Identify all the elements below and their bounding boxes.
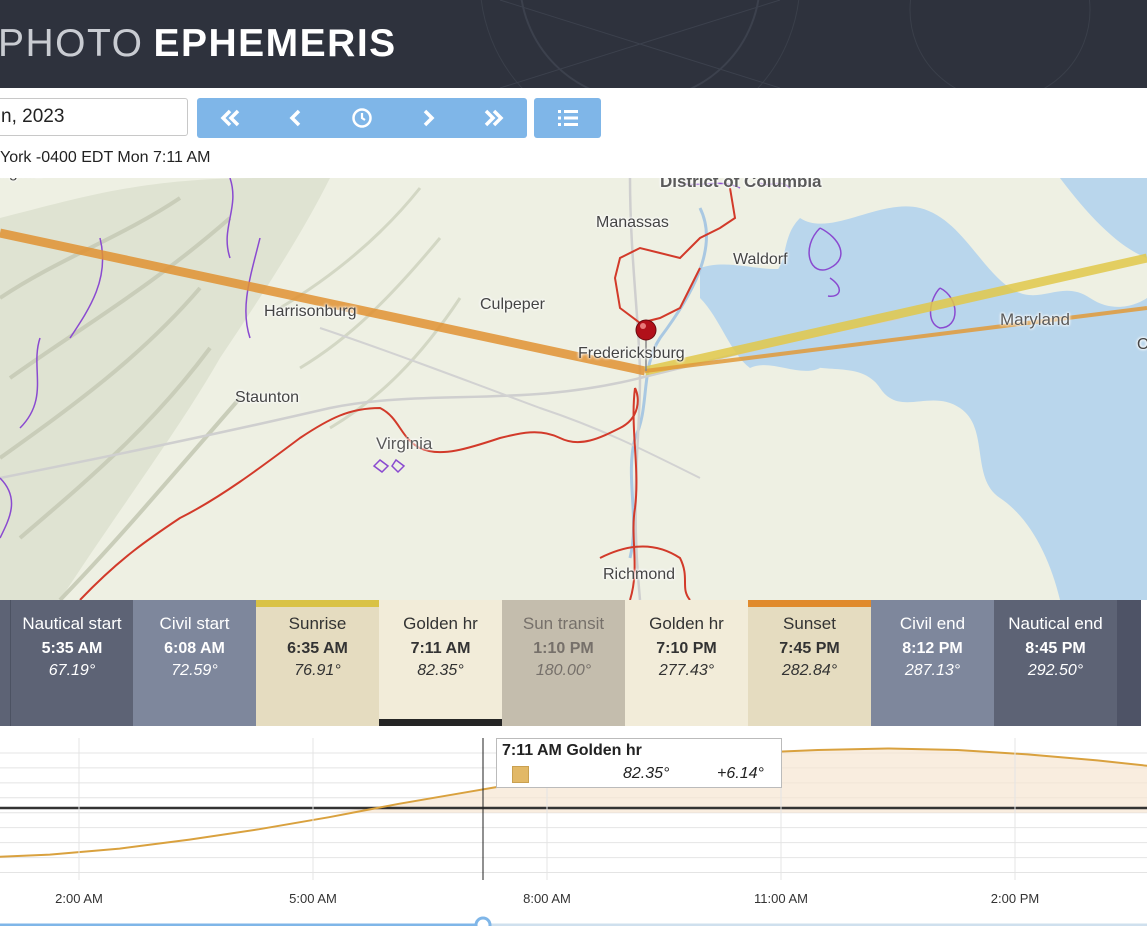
- map-label-manassas: Manassas: [596, 214, 669, 231]
- event-card-sunset[interactable]: Sunset 7:45 PM 282.84°: [748, 600, 871, 726]
- sunset-indicator-bar: [748, 600, 871, 607]
- map-label-richmond: Richmond: [603, 566, 676, 583]
- timezone-readout: York -0400 EDT Mon 7:11 AM: [0, 149, 211, 166]
- app-logo[interactable]: PHOTO EPHEMERIS: [0, 22, 397, 66]
- x-tick-label: 2:00 PM: [991, 891, 1039, 906]
- double-chevron-right-icon: [484, 109, 504, 127]
- map-label-culpeper: Culpeper: [480, 296, 545, 313]
- event-card-golden-hour-morning[interactable]: Golden hr 7:11 AM 82.35°: [379, 600, 502, 726]
- chevron-right-icon: [423, 109, 435, 127]
- map-label-o-partial: O: [1137, 336, 1147, 353]
- event-card-partial: [0, 600, 10, 726]
- map-label-maryland: Maryland: [1000, 310, 1070, 329]
- chevron-left-icon: [289, 109, 301, 127]
- jump-forward-button[interactable]: [461, 98, 527, 138]
- map-label-virginia: Virginia: [376, 434, 433, 453]
- x-tick-label: 11:00 AM: [754, 891, 808, 906]
- event-card-civil-start[interactable]: Civil start 6:08 AM 72.59°: [133, 600, 256, 726]
- event-card-sunrise[interactable]: Sunrise 6:35 AM 76.91°: [256, 600, 379, 726]
- tooltip-title: 7:11 AM Golden hr: [502, 742, 642, 759]
- double-chevron-left-icon: [220, 109, 240, 127]
- current-time-button[interactable]: [329, 98, 395, 138]
- map-label-district-of-columbia: District of Columbia: [660, 178, 822, 191]
- x-tick-label: 8:00 AM: [523, 891, 571, 906]
- selected-event-indicator: [379, 719, 502, 726]
- app-header: PHOTO EPHEMERIS: [0, 0, 1147, 88]
- chart-tooltip: 7:11 AM Golden hr 82.35° +6.14°: [496, 738, 782, 788]
- map-label-fredericksburg: Fredericksburg: [578, 345, 685, 362]
- map-label-staunton: Staunton: [235, 389, 300, 406]
- step-back-button[interactable]: [263, 98, 329, 138]
- clock-icon: [352, 108, 372, 128]
- sunrise-indicator-bar: [256, 600, 379, 607]
- event-card-nautical-end[interactable]: Nautical end 8:45 PM 292.50°: [994, 600, 1117, 726]
- logo-text-ephemeris: EPHEMERIS: [153, 22, 397, 65]
- time-slider-handle[interactable]: [474, 916, 492, 926]
- tooltip-altitude: +6.14°: [717, 765, 764, 782]
- list-view-button[interactable]: [534, 98, 601, 138]
- time-navigation-group: [197, 98, 527, 138]
- map-label-virginia-partial: irginia: [0, 178, 43, 182]
- logo-text-photo: PHOTO: [0, 22, 144, 65]
- map-label-waldorf: Waldorf: [733, 251, 788, 268]
- x-tick-label: 5:00 AM: [289, 891, 337, 906]
- map-label-harrisonburg: Harrisonburg: [264, 303, 357, 320]
- event-card-partial-end: [1117, 600, 1141, 726]
- x-tick-label: 2:00 AM: [55, 891, 103, 906]
- tooltip-swatch: [512, 766, 529, 783]
- date-input[interactable]: [0, 98, 188, 136]
- tooltip-azimuth: 82.35°: [623, 765, 670, 782]
- event-card-golden-hour-evening[interactable]: Golden hr 7:10 PM 277.43°: [625, 600, 748, 726]
- sun-events-strip: Nautical start 5:35 AM 67.19° Civil star…: [0, 600, 1147, 726]
- event-card-nautical-start[interactable]: Nautical start 5:35 AM 67.19°: [10, 600, 133, 726]
- map-canvas[interactable]: [0, 178, 1147, 600]
- list-icon: [557, 110, 578, 126]
- event-card-civil-end[interactable]: Civil end 8:12 PM 287.13°: [871, 600, 994, 726]
- step-forward-button[interactable]: [395, 98, 461, 138]
- map-view[interactable]: irginia District of Columbia Manassas Wa…: [0, 178, 1147, 600]
- jump-back-button[interactable]: [197, 98, 263, 138]
- event-card-sun-transit[interactable]: Sun transit 1:10 PM 180.00°: [502, 600, 625, 726]
